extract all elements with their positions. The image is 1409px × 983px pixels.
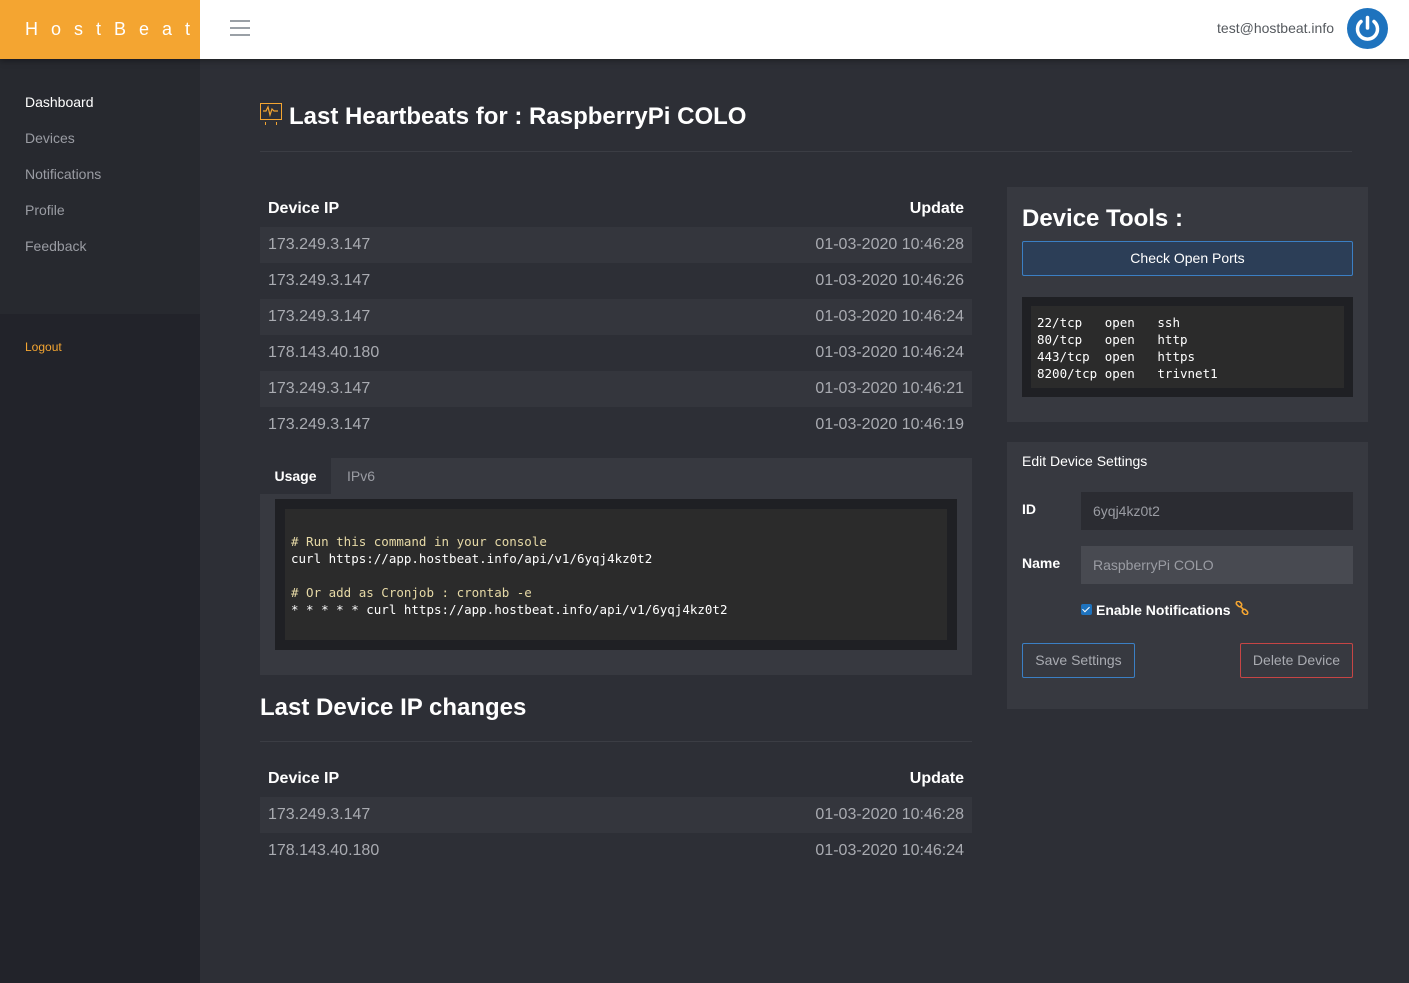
enable-notifications-toggle[interactable]: Enable Notifications [1081,600,1249,618]
cell-update: 01-03-2020 10:46:21 [815,380,964,397]
cell-ip: 173.249.3.147 [268,272,371,289]
sidebar-nav: Dashboard Devices Notifications Profile … [0,59,200,314]
cell-update: 01-03-2020 10:46:24 [815,308,964,325]
usage-code[interactable]: # Run this command in your console curl h… [285,509,947,640]
usage-tab-panel: Usage IPv6 # Run this command in your co… [260,458,972,675]
port-line: 80/tcp open http [1037,332,1188,347]
cell-update: 01-03-2020 10:46:19 [815,416,964,433]
table-header: Device IP Update [260,761,972,797]
name-label: Name [1022,555,1061,571]
sidebar-item-profile[interactable]: Profile [25,202,65,218]
table-header: Device IP Update [260,191,972,227]
cell-ip: 173.249.3.147 [268,308,371,325]
cell-ip: 178.143.40.180 [268,842,380,859]
sidebar-item-notifications[interactable]: Notifications [25,166,101,182]
sidebar-item-devices[interactable]: Devices [25,130,75,146]
cell-update: 01-03-2020 10:46:24 [815,842,964,859]
usage-code-block: # Run this command in your console curl h… [275,499,957,650]
port-line: 22/tcp open ssh [1037,315,1180,330]
cell-ip: 173.249.3.147 [268,416,371,433]
save-settings-button[interactable]: Save Settings [1022,643,1135,678]
table-row: 173.249.3.147 01-03-2020 10:46:26 [260,263,972,299]
heartbeats-table: Device IP Update 173.249.3.147 01-03-2020… [260,191,972,443]
edit-settings-title: Edit Device Settings [1022,453,1148,469]
notifications-checkbox[interactable] [1081,604,1092,615]
column-header-update: Update [909,200,964,217]
sidebar-item-dashboard[interactable]: Dashboard [25,94,94,110]
cell-ip: 173.249.3.147 [268,380,371,397]
port-line: 443/tcp open https [1037,349,1196,364]
ports-output-block: 22/tcp open ssh 80/tcp open http 443/tcp o… [1022,297,1353,397]
user-email[interactable]: test@hostbeat.info [1217,0,1334,57]
device-tools-title: Device Tools : [1022,205,1183,232]
cell-ip: 173.249.3.147 [268,236,371,253]
brand-logo[interactable]: HostBeat [0,0,200,59]
table-row: 178.143.40.180 01-03-2020 10:46:24 [260,335,972,371]
tab-ipv6[interactable]: IPv6 [331,458,391,494]
table-row: 173.249.3.147 01-03-2020 10:46:28 [260,797,972,833]
sidebar: Dashboard Devices Notifications Profile … [0,59,200,983]
name-field[interactable] [1081,546,1353,584]
ports-output[interactable]: 22/tcp open ssh 80/tcp open http 443/tcp o… [1031,306,1344,388]
section-divider [260,741,972,742]
code-line: # Run this command in your console [291,534,547,549]
cell-update: 01-03-2020 10:46:28 [815,806,964,823]
notifications-label: Enable Notifications [1096,601,1231,618]
device-tools-card: Device Tools : Check Open Ports 22/tcp o… [1007,187,1368,422]
ip-changes-title: Last Device IP changes [260,694,527,721]
power-icon[interactable] [1347,8,1388,49]
menu-toggle-icon[interactable] [230,20,250,36]
cell-update: 01-03-2020 10:46:28 [815,236,964,253]
cell-update: 01-03-2020 10:46:24 [815,344,964,361]
column-header-ip: Device IP [268,770,340,787]
code-line: curl https://app.hostbeat.info/api/v1/6y… [291,551,653,566]
cell-update: 01-03-2020 10:46:26 [815,272,964,289]
tab-usage[interactable]: Usage [260,458,331,494]
id-field[interactable] [1081,492,1353,530]
id-label: ID [1022,501,1036,517]
top-bar: HostBeat test@hostbeat.info [0,0,1409,59]
page-title: Last Heartbeats for : RaspberryPi COLO [260,103,746,131]
delete-device-button[interactable]: Delete Device [1240,643,1353,678]
table-row: 173.249.3.147 01-03-2020 10:46:24 [260,299,972,335]
port-line: 8200/tcp open trivnet1 [1037,366,1218,381]
sidebar-item-feedback[interactable]: Feedback [25,238,86,254]
cell-ip: 178.143.40.180 [268,344,380,361]
code-line: # Or add as Cronjob : crontab -e [291,585,532,600]
check-open-ports-button[interactable]: Check Open Ports [1022,241,1353,276]
title-divider [260,151,1352,152]
link-icon[interactable] [1235,600,1249,618]
edit-settings-card: Edit Device Settings ID Name Enable Noti… [1007,442,1368,709]
table-row: 173.249.3.147 01-03-2020 10:46:21 [260,371,972,407]
monitor-icon [260,103,282,125]
ip-changes-table: Device IP Update 173.249.3.147 01-03-2020… [260,761,972,869]
column-header-update: Update [909,770,964,787]
column-header-ip: Device IP [268,200,340,217]
table-row: 173.249.3.147 01-03-2020 10:46:19 [260,407,972,443]
table-row: 178.143.40.180 01-03-2020 10:46:24 [260,833,972,869]
table-row: 173.249.3.147 01-03-2020 10:46:28 [260,227,972,263]
cell-ip: 173.249.3.147 [268,806,371,823]
code-line: * * * * * curl https://app.hostbeat.info… [291,602,728,617]
logout-link[interactable]: Logout [25,340,62,354]
page-title-text: Last Heartbeats for : RaspberryPi COLO [289,103,747,130]
